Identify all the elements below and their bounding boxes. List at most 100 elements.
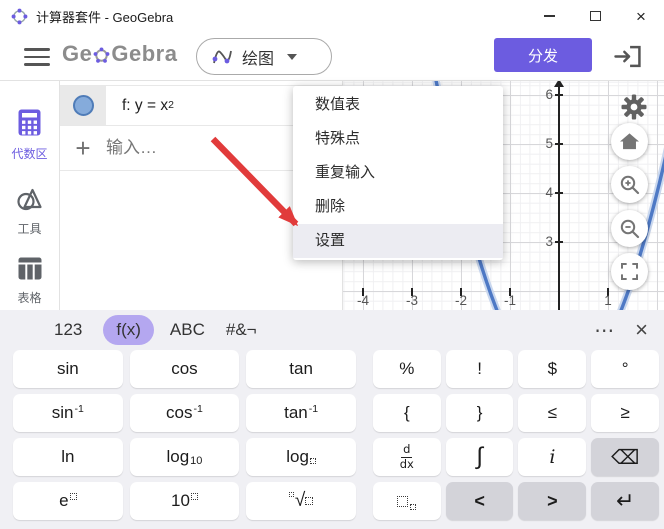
function-curve-icon: [212, 50, 232, 63]
titlebar: 计算器套件 - GeoGebra ×: [0, 0, 664, 32]
key-ln[interactable]: ln: [13, 438, 123, 476]
key-e-power[interactable]: e: [13, 482, 123, 520]
key-degree[interactable]: °: [591, 350, 660, 388]
key-dollar[interactable]: $: [518, 350, 587, 388]
key-open-brace[interactable]: {: [372, 394, 441, 432]
tick-label: -3: [405, 293, 418, 308]
key-arccos[interactable]: cos -1: [129, 394, 240, 432]
key-nth-root[interactable]: √: [246, 482, 356, 520]
fullscreen-button[interactable]: [611, 253, 648, 290]
key-arctan[interactable]: tan -1: [246, 394, 356, 432]
key-geq[interactable]: ≥: [591, 394, 660, 432]
tab-fx[interactable]: f(x): [103, 315, 154, 345]
fullscreen-icon: [621, 263, 638, 280]
key-cos[interactable]: cos: [129, 350, 240, 388]
context-menu: 数值表 特殊点 重复输入 删除 设置: [293, 86, 503, 260]
tick-label: 1: [604, 293, 612, 308]
y-axis-arrow: [554, 81, 564, 87]
visibility-toggle[interactable]: [72, 95, 94, 116]
keyboard-close-button[interactable]: ×: [635, 319, 648, 341]
key-log-base[interactable]: log: [246, 438, 356, 476]
zoom-out-button[interactable]: [611, 210, 648, 247]
table-icon: [18, 257, 41, 280]
key-imaginary[interactable]: i: [518, 438, 587, 476]
key-arcsin[interactable]: sin -1: [13, 394, 123, 432]
tab-abc[interactable]: ABC: [170, 320, 205, 340]
key-10-power[interactable]: 10: [129, 482, 240, 520]
toggle-cell: [60, 86, 106, 125]
menu-item-special-points[interactable]: 特殊点: [293, 122, 503, 156]
toolbar: Ge Gebra 绘图 分发: [0, 32, 664, 81]
backspace-icon: ⌫: [611, 446, 640, 469]
hamburger-icon: [24, 48, 50, 51]
sidebar-item-algebra[interactable]: 代数区: [0, 109, 59, 162]
tick-label: 5: [545, 136, 553, 151]
tab-123[interactable]: 123: [54, 320, 82, 340]
enter-icon: ↵: [615, 488, 635, 513]
key-percent[interactable]: %: [372, 350, 441, 388]
minimize-button[interactable]: [526, 0, 572, 32]
chevron-down-icon: [287, 53, 298, 60]
key-cursor-right[interactable]: >: [518, 482, 587, 520]
keyboard-keys: sin cos tan % ! $ ° sin -1 cos -1 tan -1 { …: [0, 350, 664, 520]
zoom-in-button[interactable]: [611, 166, 648, 203]
key-factorial[interactable]: !: [445, 350, 514, 388]
sidebar-item-spreadsheet[interactable]: 表格: [0, 257, 59, 306]
sidebar: 代数区 工具 表格: [0, 81, 60, 310]
maximize-button[interactable]: [572, 0, 618, 32]
key-log10[interactable]: log 10: [129, 438, 240, 476]
placeholder-box: [305, 497, 314, 505]
menu-item-settings[interactable]: 设置: [293, 224, 503, 258]
sign-in-button[interactable]: [612, 43, 644, 70]
key-backspace[interactable]: ⌫: [591, 438, 660, 476]
menu-item-table-of-values[interactable]: 数值表: [293, 88, 503, 122]
calculator-icon: [18, 109, 41, 136]
keyboard-more-button[interactable]: ⋯: [594, 318, 615, 343]
key-close-brace[interactable]: }: [445, 394, 514, 432]
key-cursor-left[interactable]: <: [445, 482, 514, 520]
key-derivative[interactable]: d dx: [372, 438, 441, 476]
y-axis: [558, 84, 560, 310]
home-icon: [620, 133, 639, 150]
placeholder-box: [69, 492, 77, 500]
keyboard-tabs: 123 f(x) ABC #&¬ ⋯ ×: [0, 310, 664, 350]
key-integral[interactable]: ∫: [445, 438, 514, 476]
tools-icon: [17, 188, 42, 211]
sidebar-item-tools[interactable]: 工具: [0, 187, 59, 237]
add-icon: +: [75, 132, 91, 163]
tick-label: 4: [545, 185, 553, 200]
minimize-icon: [543, 15, 555, 17]
tick-label: 6: [545, 87, 553, 102]
key-tan[interactable]: tan: [246, 350, 356, 388]
share-button[interactable]: 分发: [494, 38, 592, 72]
key-subscript[interactable]: [372, 482, 441, 520]
key-leq[interactable]: ≤: [518, 394, 587, 432]
menu-item-duplicate-input[interactable]: 重复输入: [293, 156, 503, 190]
zoom-in-icon: [620, 175, 639, 194]
geogebra-app-icon: [11, 8, 28, 24]
placeholder-box: [288, 491, 294, 497]
sidebar-item-label: 代数区: [11, 147, 48, 161]
tick-label: -2: [454, 293, 467, 308]
graph-settings-button[interactable]: [620, 93, 648, 121]
key-sin[interactable]: sin: [13, 350, 123, 388]
virtual-keyboard: 123 f(x) ABC #&¬ ⋯ × sin cos tan % ! $ °…: [0, 310, 664, 529]
sidebar-item-label: 工具: [17, 222, 42, 236]
window-title: 计算器套件 - GeoGebra: [36, 9, 174, 25]
app-window: 计算器套件 - GeoGebra × Ge Gebra 绘图 分发 代数区 工具…: [0, 0, 664, 529]
placeholder-box: [397, 495, 409, 507]
sidebar-item-label: 表格: [17, 291, 42, 305]
tab-symbols[interactable]: #&¬: [226, 320, 257, 340]
home-button[interactable]: [611, 123, 648, 160]
placeholder-box: [410, 504, 417, 510]
expression[interactable]: f: y = x2: [106, 86, 174, 125]
tick-label: -4: [356, 293, 369, 308]
key-enter[interactable]: ↵: [591, 482, 660, 520]
close-button[interactable]: ×: [618, 0, 664, 32]
geogebra-logo: Ge Gebra: [62, 41, 178, 66]
expression-input[interactable]: [106, 138, 256, 158]
zoom-out-icon: [620, 219, 639, 238]
mode-switcher-dropdown[interactable]: 绘图: [196, 38, 332, 75]
main-menu-button[interactable]: [24, 48, 50, 66]
menu-item-delete[interactable]: 删除: [293, 190, 503, 224]
